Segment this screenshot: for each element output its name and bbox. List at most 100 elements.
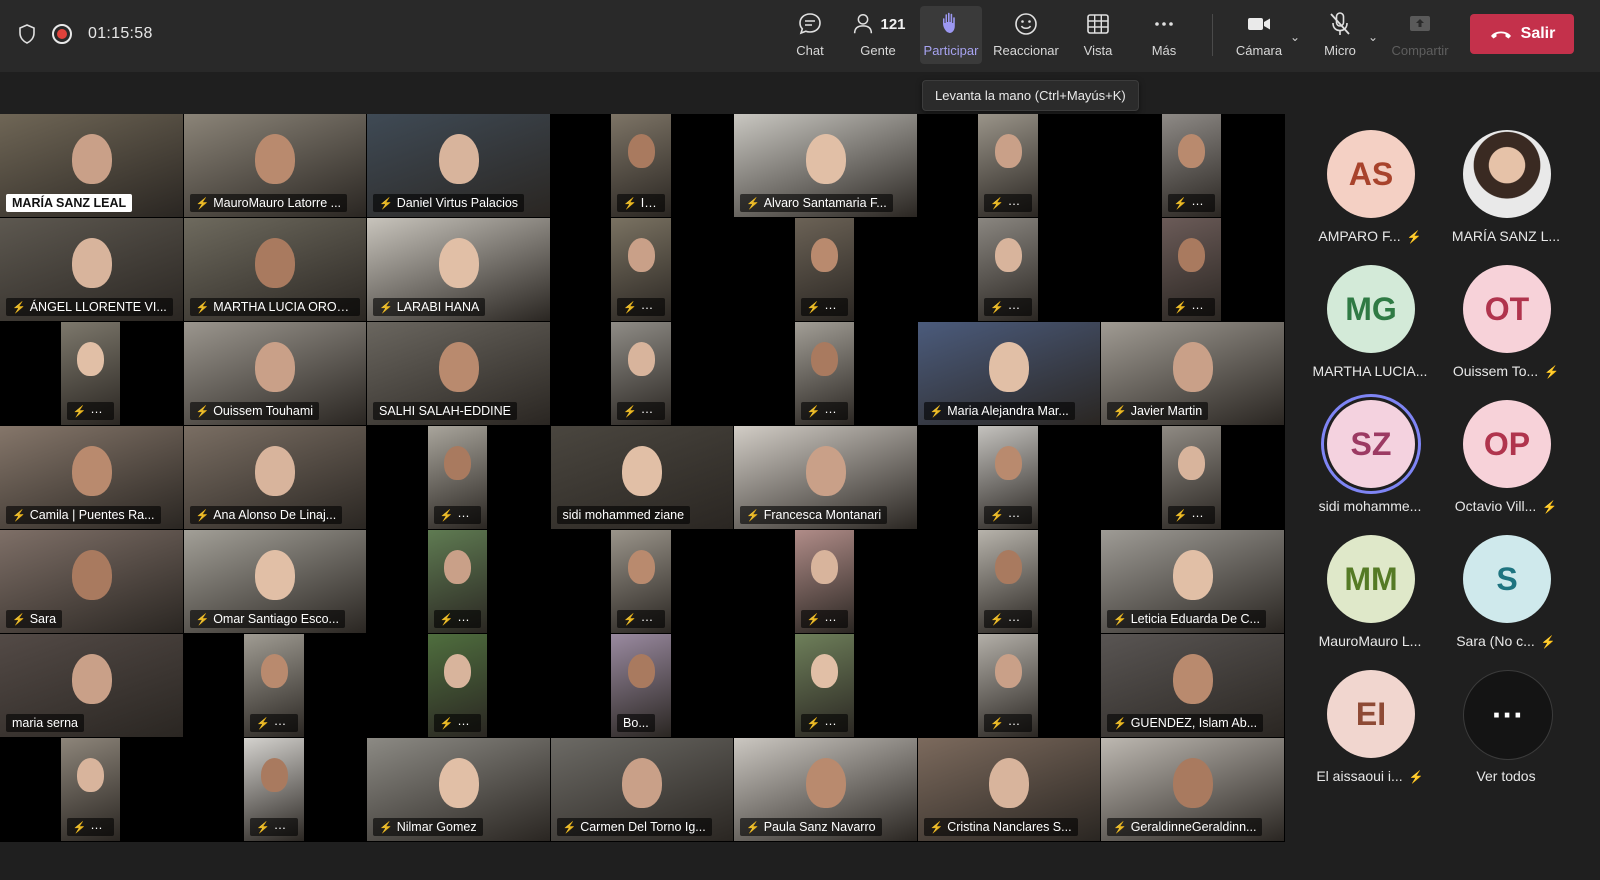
video-tile[interactable]: MARÍA SANZ LEAL [0, 114, 183, 217]
avatar: MG [1327, 265, 1415, 353]
avatar-initials: MM [1344, 560, 1398, 597]
video-tile[interactable]: ⚡ Francesca Montanari [734, 426, 917, 529]
mic-muted-icon: ⚡ [1406, 230, 1422, 244]
participant-card[interactable]: OP Octavio Vill... ⚡ [1436, 400, 1576, 530]
video-tile[interactable]: maria serna [0, 634, 183, 737]
participant-name-text: Sara [29, 612, 57, 626]
video-tile[interactable]: ⚡ Daniel Virtus Palacios [367, 114, 550, 217]
video-tile[interactable]: ⚡ LARABI HANA [367, 218, 550, 321]
participant-card[interactable]: MM MauroMauro L... [1300, 535, 1440, 665]
video-tile[interactable]: ⚡ Omar Santiago Esco... [183, 530, 366, 633]
camera-options-chevron-icon[interactable]: ⌄ [1290, 30, 1300, 44]
video-tile[interactable]: ⚡ Ra... [244, 634, 304, 737]
participant-card[interactable]: EI El aissaoui i... ⚡ [1300, 670, 1440, 800]
video-tile[interactable]: ⚡ Ana Alonso De Linaj... [183, 426, 366, 529]
more-button[interactable]: Más [1142, 6, 1186, 64]
video-tile[interactable]: ⚡RA... [611, 218, 671, 321]
participant-name-label: ⚡ GUENDEZ, Islam Ab... [1107, 714, 1264, 732]
video-tile[interactable]: ⚡ Oc... [611, 322, 671, 425]
video-tile[interactable]: ⚡ Ja... [244, 738, 304, 841]
video-tile[interactable]: Bo... [611, 634, 671, 737]
avatar: MM [1327, 535, 1415, 623]
participant-name-label: ⚡ Ja... [250, 818, 298, 836]
video-tile[interactable]: ⚡ Ro... [978, 218, 1038, 321]
video-tile[interactable]: ⚡ Camila | Puentes Ra... [0, 426, 183, 529]
video-tile[interactable]: ⚡ GUENDEZ, Islam Ab... [1101, 634, 1284, 737]
view-all-button[interactable]: ··· Ver todos [1436, 670, 1576, 800]
video-tile[interactable]: ⚡ Di... [427, 530, 488, 633]
participant-name-label: ⚡ Oc... [617, 402, 665, 420]
mic-options-chevron-icon[interactable]: ⌄ [1368, 30, 1378, 44]
mic-muted-icon: ⚡ [379, 198, 393, 210]
participant-video-face [1172, 654, 1213, 704]
video-tile[interactable]: ⚡AB... [794, 322, 855, 425]
video-tile[interactable]: ⚡ GeraldinneGeraldinn... [1101, 738, 1284, 841]
video-tile[interactable]: ⚡ bo... [1161, 218, 1222, 321]
video-tile[interactable]: ⚡ Br... [1161, 426, 1222, 529]
video-tile[interactable]: ⚡ Ro... [978, 114, 1038, 217]
video-tile[interactable]: ⚡ Yu... [60, 738, 121, 841]
mic-muted-icon: ⚡ [195, 406, 210, 418]
participant-name-label: ⚡ Ana Alonso De Linaj... [189, 506, 343, 524]
participant-card[interactable]: S Sara (No c... ⚡ [1436, 535, 1576, 665]
video-tile[interactable]: ⚡ Javier Martin [1101, 322, 1284, 425]
mic-button[interactable]: Micro [1314, 6, 1366, 64]
mic-muted-icon: ⚡ [806, 406, 821, 418]
participant-video-face [438, 342, 479, 392]
video-tile[interactable]: ⚡ MauroMauro Latorre ... [183, 114, 366, 217]
chat-button[interactable]: Chat [786, 6, 834, 64]
video-tile[interactable]: ⚡ Paula Sanz Navarro [734, 738, 917, 841]
camera-button[interactable]: Cámara [1230, 6, 1288, 64]
participant-card[interactable]: MARÍA SANZ L... [1436, 130, 1576, 260]
mic-muted-icon: ⚡ [195, 510, 210, 522]
mic-off-icon [1330, 12, 1350, 35]
video-tile[interactable]: ⚡ Ed... [794, 634, 855, 737]
participant-name-label: ⚡ Francesca Montanari [740, 506, 888, 524]
video-tile[interactable]: ⚡ Carmen Del Torno Ig... [550, 738, 733, 841]
video-tile[interactable]: ⚡ Is... [611, 114, 671, 217]
participant-name: Sara (No c... ⚡ [1436, 633, 1576, 649]
video-tile[interactable]: ⚡ Sara [0, 530, 183, 633]
video-tile[interactable]: ⚡ Jo... [427, 426, 488, 529]
video-tile[interactable]: ⚡ El... [794, 530, 855, 633]
video-tile[interactable]: ⚡ Ouissem Touhami [183, 322, 366, 425]
video-tile[interactable]: ⚡ Cristina Nanclares S... [917, 738, 1100, 841]
participant-name-label: ⚡ Yu... [66, 818, 115, 836]
video-tile[interactable]: ⚡ La... [794, 218, 855, 321]
people-button[interactable]: 121 Gente [846, 6, 910, 64]
participant-name-text: MARÍA SANZ L... [1451, 228, 1561, 244]
participant-name-label: ⚡ Nilmar Gomez [373, 818, 483, 836]
share-button[interactable]: Compartir [1388, 6, 1452, 64]
participant-video-face [71, 238, 112, 288]
participant-name-label: ⚡AM... [66, 402, 115, 420]
video-tile[interactable]: ⚡ Ca... [611, 530, 671, 633]
participant-card[interactable]: MG MARTHA LUCIA... [1300, 265, 1440, 395]
participant-video-face [260, 758, 288, 793]
video-tile[interactable]: ⚡ Nilmar Gomez [367, 738, 550, 841]
participant-name-label: ⚡ Omar Santiago Esco... [189, 610, 345, 628]
leave-button[interactable]: Salir [1470, 14, 1574, 54]
video-tile[interactable]: sidi mohammed ziane [550, 426, 733, 529]
video-tile[interactable]: ⚡ wa... [978, 530, 1038, 633]
raise-hand-button[interactable]: Participar [920, 6, 982, 64]
video-tile[interactable]: ⚡ Ca... [978, 634, 1038, 737]
participant-card[interactable]: OT Ouissem To... ⚡ [1436, 265, 1576, 395]
video-tile[interactable]: ⚡ Cr... [1161, 114, 1222, 217]
video-tile[interactable]: ⚡ ÁNGEL LLORENTE VI... [0, 218, 183, 321]
participant-card[interactable]: AS AMPARO F... ⚡ [1300, 130, 1440, 260]
react-button[interactable]: Reaccionar [990, 6, 1062, 64]
participant-card[interactable]: SZ sidi mohamme... [1300, 400, 1440, 530]
view-button[interactable]: Vista [1074, 6, 1122, 64]
video-tile[interactable]: ⚡ Alvaro Santamaria F... [734, 114, 917, 217]
participant-name-label: ⚡ Cr... [1167, 194, 1216, 212]
video-tile[interactable]: ⚡ MARTHA LUCIA OROZ... [183, 218, 366, 321]
avatar: OT [1463, 265, 1551, 353]
participant-name-text: ÁNGEL LLORENTE VI... [29, 300, 167, 314]
video-tile[interactable]: ⚡ Maria Alejandra Mar... [917, 322, 1100, 425]
video-tile[interactable]: SALHI SALAH-EDDINE [367, 322, 550, 425]
video-tile[interactable]: ⚡ FL... [978, 426, 1038, 529]
video-tile[interactable]: ⚡AM... [60, 322, 121, 425]
video-tile[interactable]: ⚡ Leticia Eduarda De C... [1101, 530, 1284, 633]
video-tile[interactable]: ⚡ Ju... [427, 634, 488, 737]
more-icon [1155, 22, 1173, 26]
